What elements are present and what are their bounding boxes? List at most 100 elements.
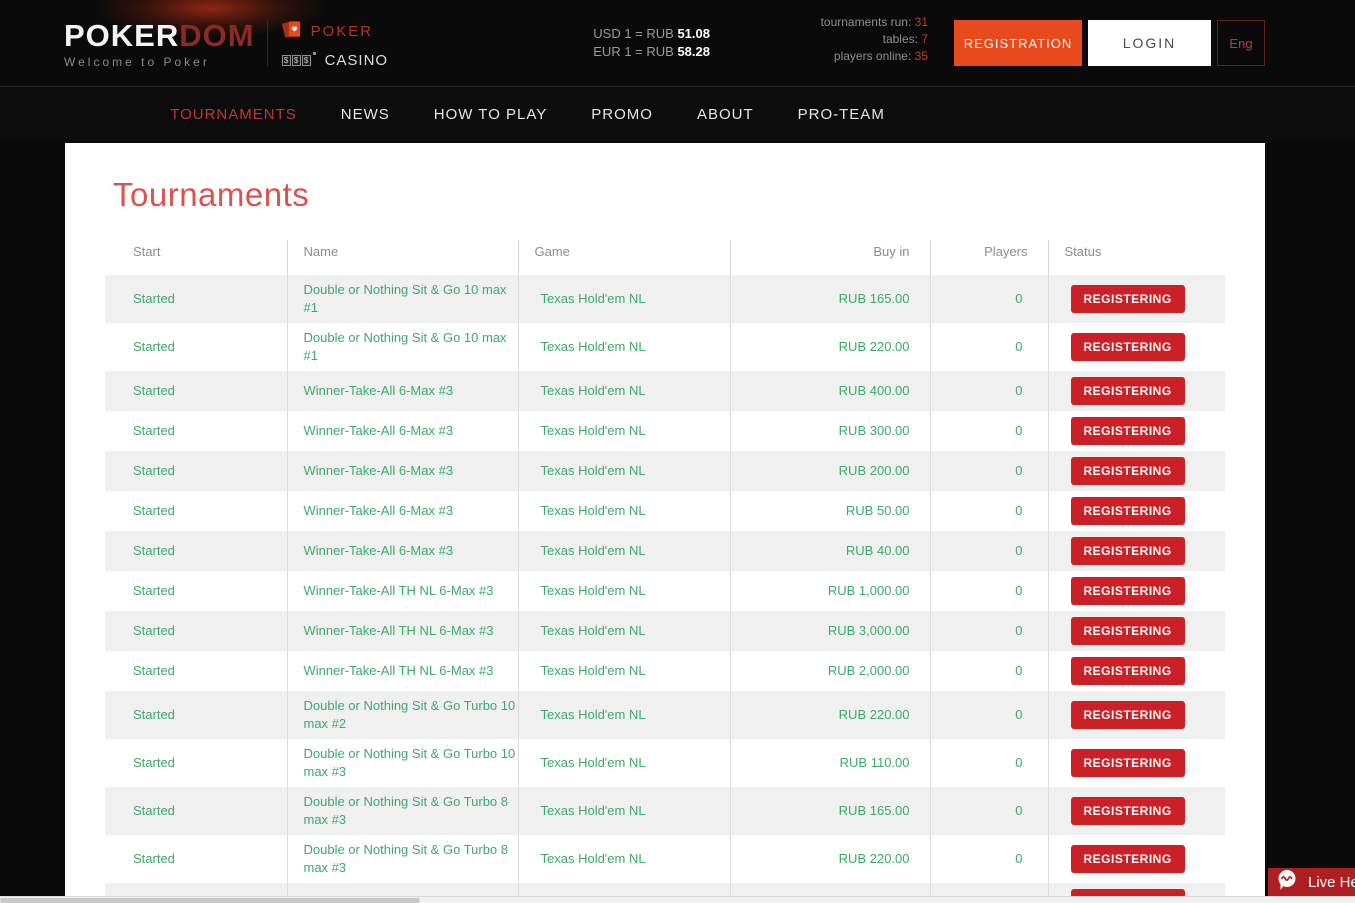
cell-name[interactable]: Winner-Take-All 6-Max #3 <box>287 371 518 411</box>
cell-start: Started <box>105 531 287 571</box>
stat-value: 35 <box>915 49 928 63</box>
live-help-button[interactable]: Live Help <box>1268 868 1355 897</box>
cell-buyin: RUB 165.00 <box>730 275 930 323</box>
cell-players: 0 <box>930 651 1048 691</box>
stat-value: 31 <box>915 15 928 29</box>
cell-game: Texas Hold'em NL <box>518 451 730 491</box>
cell-buyin: RUB 200.00 <box>730 451 930 491</box>
cell-players: 0 <box>930 571 1048 611</box>
nav-item[interactable]: TOURNAMENTS <box>170 106 297 123</box>
cell-name[interactable]: Winner-Take-All 6-Max #3 <box>287 451 518 491</box>
stat-label: players online: <box>834 49 911 63</box>
login-button[interactable]: LOGIN <box>1088 20 1211 66</box>
registering-button[interactable]: REGISTERING <box>1071 577 1185 605</box>
column-header-game: Game <box>518 240 730 275</box>
table-row: Started Winner-Take-All 6-Max #3 Texas H… <box>105 371 1225 411</box>
nav-item[interactable]: PROMO <box>591 106 653 123</box>
cell-name[interactable]: Double or Nothing Sit & Go 10 max #1 <box>287 275 518 323</box>
cell-players: 0 <box>930 323 1048 371</box>
cell-name[interactable]: Double or Nothing Sit & Go Turbo 8 max #… <box>287 787 518 835</box>
currency-rates: USD 1 = RUB 51.08 EUR 1 = RUB 58.28 <box>593 25 710 61</box>
logo[interactable]: POKERDOM Welcome to Poker <box>64 17 255 69</box>
nav-item[interactable]: PRO-TEAM <box>798 106 885 123</box>
table-row: Started Double or Nothing Sit & Go Turbo… <box>105 835 1225 883</box>
cell-start: Started <box>105 835 287 883</box>
horizontal-scrollbar[interactable] <box>0 896 1355 903</box>
registering-button[interactable]: REGISTERING <box>1071 657 1185 685</box>
table-row: Started Winner-Take-All 6-Max #3 Texas H… <box>105 451 1225 491</box>
cell-buyin: RUB 1,000.00 <box>730 571 930 611</box>
cell-buyin: RUB 165.00 <box>730 787 930 835</box>
casino-link[interactable]: $$$ CASINO <box>282 52 389 69</box>
cell-start: Started <box>105 651 287 691</box>
cell-name[interactable]: Double or Nothing Sit & Go 10 max #1 <box>287 323 518 371</box>
cell-name[interactable]: Double or Nothing Sit & Go Turbo 8 max #… <box>287 835 518 883</box>
site-stats: tournaments run: 31 tables: 7 players on… <box>738 0 928 65</box>
cell-name[interactable]: Winner-Take-All TH NL 6-Max #3 <box>287 611 518 651</box>
table-header-row: Start Name Game Buy in Players Status <box>105 240 1225 275</box>
registering-button[interactable]: REGISTERING <box>1071 377 1185 405</box>
registration-button[interactable]: REGISTRATION <box>954 20 1082 66</box>
cell-game: Texas Hold'em NL <box>518 323 730 371</box>
poker-link-label: POKER <box>311 23 374 40</box>
registering-button[interactable]: REGISTERING <box>1071 285 1185 313</box>
cell-players: 0 <box>930 531 1048 571</box>
cell-name[interactable]: Winner-Take-All TH NL 6-Max #3 <box>287 651 518 691</box>
scrollbar-thumb[interactable] <box>0 898 420 903</box>
registering-button[interactable]: REGISTERING <box>1071 701 1185 729</box>
logo-part-dom: DOM <box>179 18 254 53</box>
casino-link-label: CASINO <box>325 52 389 69</box>
cell-game: Texas Hold'em NL <box>518 835 730 883</box>
table-row: Started Double or Nothing Sit & Go Turbo… <box>105 691 1225 739</box>
stat-line: players online: 35 <box>738 48 928 65</box>
registering-button[interactable]: REGISTERING <box>1071 797 1185 825</box>
cell-name[interactable]: Double or Nothing Sit & Go Turbo 10 max … <box>287 739 518 787</box>
table-row: Started Double or Nothing Sit & Go Turbo… <box>105 739 1225 787</box>
table-row: Started Winner-Take-All 6-Max #3 Texas H… <box>105 411 1225 451</box>
site-header: POKERDOM Welcome to Poker POKER <box>0 0 1355 87</box>
cell-name[interactable]: Winner-Take-All 6-Max #3 <box>287 531 518 571</box>
cell-players: 0 <box>930 491 1048 531</box>
cell-start: Started <box>105 571 287 611</box>
header-divider <box>267 20 268 66</box>
stat-line: tables: 7 <box>738 31 928 48</box>
registering-button[interactable]: REGISTERING <box>1071 537 1185 565</box>
table-row: Started Double or Nothing Sit & Go 10 ma… <box>105 275 1225 323</box>
cell-start: Started <box>105 371 287 411</box>
registering-button[interactable]: REGISTERING <box>1071 333 1185 361</box>
poker-cards-icon <box>282 18 302 46</box>
registering-button[interactable]: REGISTERING <box>1071 417 1185 445</box>
registering-button[interactable]: REGISTERING <box>1071 845 1185 873</box>
column-header-name: Name <box>287 240 518 275</box>
nav-item[interactable]: NEWS <box>341 106 390 123</box>
logo-wordmark: POKERDOM <box>64 19 255 53</box>
registering-button[interactable]: REGISTERING <box>1071 889 1185 896</box>
registering-button[interactable]: REGISTERING <box>1071 749 1185 777</box>
column-header-players: Players <box>930 240 1048 275</box>
rate-label: EUR 1 = RUB <box>593 44 674 59</box>
nav-item[interactable]: ABOUT <box>697 106 754 123</box>
cell-name[interactable]: Double or Nothing Sit & Go Turbo 10 max … <box>287 691 518 739</box>
cell-game: Texas Hold'em NL <box>518 571 730 611</box>
registering-button[interactable]: REGISTERING <box>1071 457 1185 485</box>
language-button[interactable]: Eng <box>1217 20 1265 66</box>
cell-name[interactable]: Winner-Take-All TH NL 6-Max #3 <box>287 571 518 611</box>
registering-button[interactable]: REGISTERING <box>1071 617 1185 645</box>
stat-value: 7 <box>921 32 928 46</box>
chat-bubble-icon <box>1277 869 1298 897</box>
registering-button[interactable]: REGISTERING <box>1071 497 1185 525</box>
poker-link[interactable]: POKER <box>282 18 389 46</box>
cell-buyin: RUB 300.00 <box>730 411 930 451</box>
cell-name[interactable]: Winner-Take-All 6-Max #3 <box>287 491 518 531</box>
cell-game: Texas Hold'em NL <box>518 691 730 739</box>
cell-game: Texas Hold'em NL <box>518 275 730 323</box>
cell-players: 0 <box>930 787 1048 835</box>
cell-players: 0 <box>930 739 1048 787</box>
cell-start: Started <box>105 275 287 323</box>
cell-game: Texas Hold'em NL <box>518 371 730 411</box>
cell-name[interactable]: Winner-Take-All TH NL 6-Max #4 <box>287 883 518 896</box>
cell-start: Started <box>105 787 287 835</box>
nav-item[interactable]: HOW TO PLAY <box>434 106 548 123</box>
cell-name[interactable]: Winner-Take-All 6-Max #3 <box>287 411 518 451</box>
cell-players: 0 <box>930 835 1048 883</box>
